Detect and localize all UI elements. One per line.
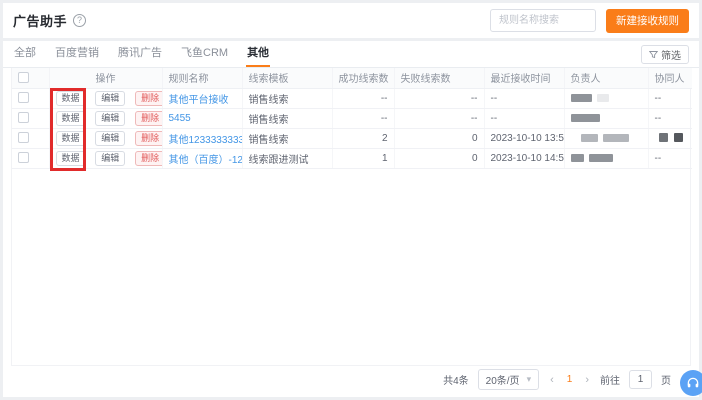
goto-unit-label: 页: [661, 376, 671, 387]
tab-baidu-marketing[interactable]: 百度营销: [54, 44, 100, 67]
chevron-down-icon: ▾: [526, 374, 532, 384]
template-cell: 销售线索: [242, 88, 333, 109]
col-header-last-received: 最近接收时间: [484, 68, 565, 89]
data-button[interactable]: 数据: [55, 110, 86, 126]
tab-bar: 全部 百度营销 腾讯广告 飞鱼CRM 其他 筛选: [3, 41, 699, 68]
col-header-owner: 负责人: [564, 68, 649, 89]
data-button[interactable]: 数据: [55, 90, 86, 106]
redacted-owner-name: [580, 133, 598, 142]
delete-button[interactable]: 删除: [135, 130, 161, 146]
page-size-value: 20条/页: [485, 376, 520, 387]
success-count-cell: --: [332, 108, 395, 129]
template-cell: 销售线索: [242, 128, 333, 149]
fail-count-cell: --: [394, 88, 485, 109]
redacted-collaborator: [658, 133, 668, 143]
template-cell: 销售线索: [242, 108, 333, 129]
filter-button[interactable]: 筛选: [641, 45, 689, 64]
row-checkbox[interactable]: [18, 92, 29, 104]
edit-button[interactable]: 编辑: [95, 90, 126, 106]
headset-icon: [687, 377, 699, 388]
table-row: 数据 编辑 删除 其他12333333333333... 销售线索 2 0 20…: [12, 128, 692, 149]
pagination-total: 共4条: [443, 376, 469, 387]
rule-name-link[interactable]: 5455: [169, 113, 191, 124]
owner-cell: [564, 148, 649, 169]
owner-cell: [564, 128, 649, 149]
create-rule-button[interactable]: 新建接收规则: [606, 8, 689, 33]
rules-table: 操作 规则名称 线索模板 成功线索数 失败线索数 最近接收时间 负责人 协同人 …: [12, 68, 692, 169]
fail-count-cell: 0: [394, 128, 485, 149]
row-checkbox[interactable]: [18, 112, 29, 124]
col-header-collaborator: 协同人: [648, 68, 692, 89]
collaborator-cell: [648, 128, 692, 149]
collaborator-cell: --: [648, 108, 692, 129]
page-title: 广告助手: [13, 14, 68, 29]
collaborator-cell: --: [648, 148, 692, 169]
select-all-checkbox[interactable]: [18, 72, 29, 84]
edit-button[interactable]: 编辑: [95, 110, 126, 126]
last-received-cell: --: [484, 108, 565, 129]
redacted-owner-name: [570, 93, 592, 102]
rule-name-link[interactable]: 其他平台接收: [169, 95, 229, 106]
redacted-owner-name: [596, 93, 609, 102]
main-panel: 全部 百度营销 腾讯广告 飞鱼CRM 其他 筛选 操作 规则名称 线索模板 成功…: [3, 41, 699, 397]
table-row: 数据 编辑 删除 其他（百度）-1234 线索跟进测试 1 0 2023-10-…: [12, 148, 692, 169]
success-count-cell: --: [332, 88, 395, 109]
delete-button[interactable]: 删除: [135, 90, 161, 106]
delete-button[interactable]: 删除: [135, 150, 161, 166]
table-header-row: 操作 规则名称 线索模板 成功线索数 失败线索数 最近接收时间 负责人 协同人: [12, 68, 692, 89]
tab-all[interactable]: 全部: [13, 44, 37, 67]
top-header-bar: 广告助手 ? 新建接收规则: [3, 3, 699, 38]
tab-other-active[interactable]: 其他: [246, 44, 271, 67]
table-row: 数据 编辑 删除 5455 销售线索 -- -- -- --: [12, 108, 692, 129]
row-checkbox[interactable]: [18, 152, 29, 164]
rule-search-input[interactable]: [490, 9, 596, 32]
goto-page-input[interactable]: [629, 370, 652, 389]
col-header-template: 线索模板: [242, 68, 333, 89]
redacted-owner-name: [570, 113, 600, 122]
last-received-cell: 2023-10-10 14:52: [484, 148, 565, 169]
template-cell: 线索跟进测试: [242, 148, 333, 169]
owner-cell: [564, 88, 649, 109]
next-page-button[interactable]: ›: [583, 374, 591, 386]
filter-icon: [649, 51, 658, 59]
rule-name-link[interactable]: 其他（百度）-1234: [169, 155, 242, 166]
col-header-rule-name: 规则名称: [162, 68, 243, 89]
redacted-owner-name: [602, 133, 629, 142]
fail-count-cell: --: [394, 108, 485, 129]
tab-feiyu-crm[interactable]: 飞鱼CRM: [180, 44, 229, 67]
table-row: 数据 编辑 删除 其他平台接收 销售线索 -- -- -- --: [12, 88, 692, 109]
edit-button[interactable]: 编辑: [95, 130, 126, 146]
tab-tencent-ads[interactable]: 腾讯广告: [117, 44, 163, 67]
rules-table-container: 操作 规则名称 线索模板 成功线索数 失败线索数 最近接收时间 负责人 协同人 …: [11, 68, 692, 366]
redacted-owner-name: [570, 153, 584, 162]
data-button[interactable]: 数据: [55, 130, 86, 146]
success-count-cell: 2: [332, 128, 395, 149]
filter-button-label: 筛选: [661, 51, 681, 62]
redacted-owner-name: [588, 153, 613, 162]
delete-button[interactable]: 删除: [135, 110, 161, 126]
col-header-operations: 操作: [49, 68, 163, 89]
prev-page-button[interactable]: ‹: [548, 374, 556, 386]
success-count-cell: 1: [332, 148, 395, 169]
rule-name-link[interactable]: 其他12333333333333...: [169, 135, 242, 146]
last-received-cell: 2023-10-10 13:53: [484, 128, 565, 149]
pagination-bar: 共4条 20条/页 ▾ ‹ 1 › 前往 页: [443, 369, 671, 390]
data-button[interactable]: 数据: [55, 150, 86, 166]
collaborator-cell: --: [648, 88, 692, 109]
goto-label: 前往: [600, 376, 620, 387]
owner-cell: [564, 108, 649, 129]
last-received-cell: --: [484, 88, 565, 109]
col-header-success-count: 成功线索数: [332, 68, 395, 89]
page-size-select[interactable]: 20条/页 ▾: [477, 369, 540, 390]
page-number-current[interactable]: 1: [565, 374, 575, 385]
edit-button[interactable]: 编辑: [95, 150, 126, 166]
col-header-fail-count: 失败线索数: [394, 68, 485, 89]
fail-count-cell: 0: [394, 148, 485, 169]
support-chat-button[interactable]: [680, 370, 702, 396]
row-checkbox[interactable]: [18, 132, 29, 144]
redacted-collaborator: [673, 133, 683, 143]
help-icon[interactable]: ?: [73, 14, 87, 27]
